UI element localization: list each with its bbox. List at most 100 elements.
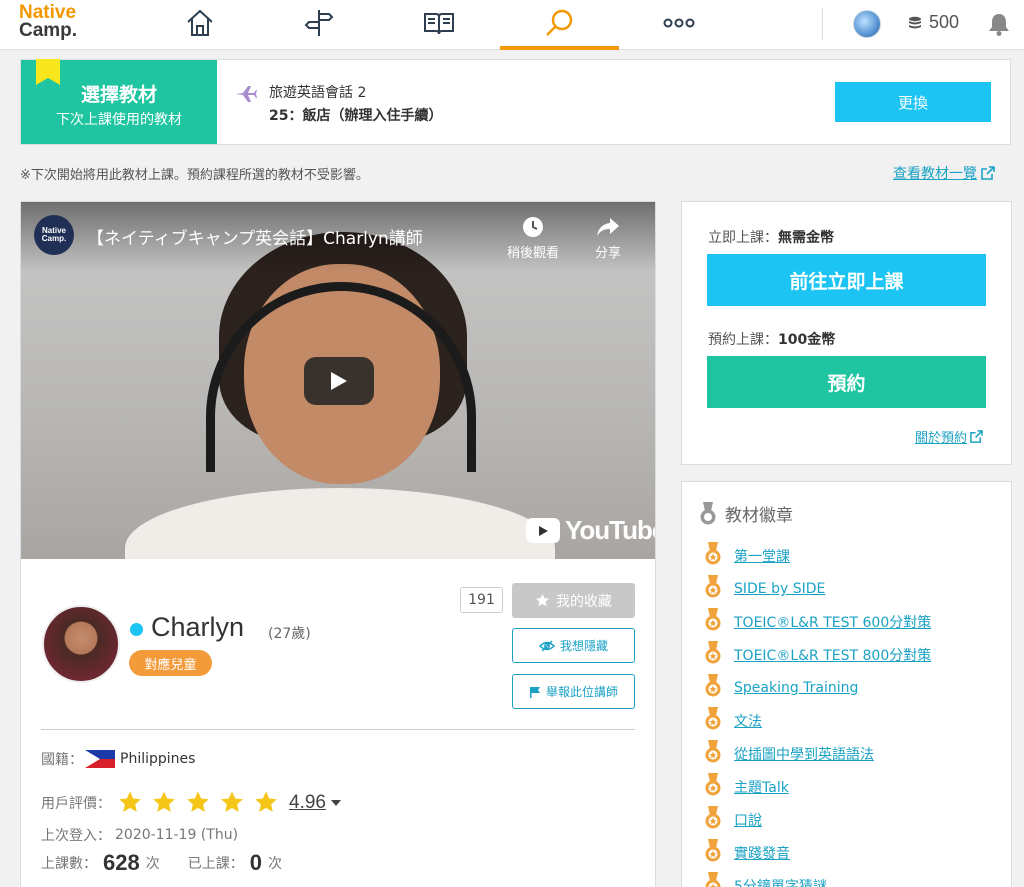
video-frame-shirt xyxy=(125,488,555,559)
user-avatar[interactable] xyxy=(853,10,881,38)
intro-video-player[interactable]: Native Camp. 【ネイティブキャンプ英会話】Charlyn講師 稍後觀… xyxy=(21,202,655,559)
active-tab-indicator xyxy=(500,46,619,50)
play-icon xyxy=(331,372,347,390)
bronze-medal-icon xyxy=(704,872,722,887)
youtube-wordmark: YouTube xyxy=(565,515,655,545)
star-icon xyxy=(153,791,175,812)
badge-link[interactable]: 從插圖中學到英語語法 xyxy=(734,744,874,764)
teacher-name: Charlyn xyxy=(151,612,245,642)
airplane-icon xyxy=(236,86,257,102)
coin-balance[interactable]: 500 xyxy=(907,12,959,33)
signpost-icon[interactable] xyxy=(299,6,339,40)
rating-label: 用戶評價： xyxy=(41,795,111,812)
header-divider xyxy=(822,8,823,40)
lessons-count: 628 xyxy=(103,850,140,875)
lesson-name: 25：飯店（辦理入住手續） xyxy=(269,108,443,124)
add-favorite-label: 我的收藏 xyxy=(556,593,612,610)
more-icon[interactable] xyxy=(659,6,699,40)
change-material-button[interactable]: 更換 xyxy=(835,82,991,122)
material-badges-card: 教材徽章 第一堂課 SIDE by SIDE TOEIC®L&R TEST 600分… xyxy=(681,481,1012,887)
material-list-link[interactable]: 查看教材一覽 xyxy=(893,163,995,183)
share-button[interactable]: 分享 xyxy=(578,216,638,261)
bronze-medal-icon xyxy=(704,707,722,735)
badge-list-item: 5分鐘單字猜謎 xyxy=(704,872,827,887)
instant-lesson-button[interactable]: 前往立即上課 xyxy=(707,254,986,306)
bronze-medal-icon xyxy=(704,674,722,702)
native-camp-logo[interactable]: Native Camp. xyxy=(19,3,78,41)
play-button[interactable] xyxy=(304,357,374,405)
share-arrow-icon xyxy=(597,218,619,236)
star-icon xyxy=(187,791,209,812)
badge-link[interactable]: 實踐發音 xyxy=(734,843,790,863)
material-tag-subtitle: 下次上課使用的教材 xyxy=(56,112,182,128)
lessons-unit: 次 xyxy=(145,856,160,872)
star-icon xyxy=(221,791,243,812)
philippines-flag-icon xyxy=(85,750,115,768)
badge-list-item: Speaking Training xyxy=(704,674,858,702)
bronze-medal-icon xyxy=(704,608,722,636)
reserve-button[interactable]: 預約 xyxy=(707,356,986,408)
search-icon[interactable] xyxy=(539,6,579,40)
badge-list-item: TOEIC®L&R TEST 800分對策 xyxy=(704,641,931,669)
star-icon xyxy=(536,593,549,607)
medal-icon xyxy=(700,501,716,524)
badge-link[interactable]: 第一堂課 xyxy=(734,546,790,566)
nationality-row: 國籍： Philippines xyxy=(41,749,195,769)
watch-later-button[interactable]: 稍後觀看 xyxy=(503,216,563,261)
material-tag-title: 選擇教材 xyxy=(80,84,157,106)
book-icon[interactable] xyxy=(419,6,459,40)
rating-value[interactable]: 4.96 xyxy=(289,792,326,814)
last-login-value: 2020-11-19 (Thu) xyxy=(115,827,239,843)
online-status-dot xyxy=(130,623,143,636)
badge-list-item: 主題Talk xyxy=(704,773,789,801)
video-title[interactable]: 【ネイティブキャンプ英会話】Charlyn講師 xyxy=(87,224,423,249)
bronze-medal-icon xyxy=(704,773,722,801)
reserve-lesson-row: 預約上課：100金幣 xyxy=(708,329,835,349)
coin-stack-icon xyxy=(909,16,921,28)
youtube-logo[interactable]: YouTube xyxy=(526,515,655,546)
external-link-icon xyxy=(970,430,983,443)
channel-logo-line-2: Camp. xyxy=(41,234,67,243)
last-login-row: 上次登入： 2020-11-19 (Thu) xyxy=(41,825,238,845)
hide-teacher-label: 我想隱藏 xyxy=(559,639,608,653)
bronze-medal-icon xyxy=(704,839,722,867)
nationality-value: Philippines xyxy=(120,751,196,767)
badge-link[interactable]: TOEIC®L&R TEST 600分對策 xyxy=(734,612,931,632)
taken-label: 已上課： xyxy=(187,856,244,872)
bronze-medal-icon xyxy=(704,542,722,570)
caret-down-icon[interactable] xyxy=(330,798,342,808)
bell-icon[interactable] xyxy=(988,12,1010,40)
course-name: 旅遊英語會話 2 xyxy=(269,85,367,101)
kids-supported-badge: 對應兒童 xyxy=(129,650,212,676)
badge-list-item: 實踐發音 xyxy=(704,839,790,867)
bronze-medal-icon xyxy=(704,740,722,768)
lesson-count-row: 上課數： 628 次 已上課： 0 次 xyxy=(41,850,282,876)
channel-logo[interactable]: Native Camp. xyxy=(34,215,74,255)
badge-link[interactable]: 文法 xyxy=(734,711,762,731)
nationality-label: 國籍： xyxy=(41,752,83,768)
teacher-avatar[interactable] xyxy=(42,605,120,683)
badge-link[interactable]: Speaking Training xyxy=(734,680,858,696)
flag-icon xyxy=(529,686,540,698)
youtube-play-icon xyxy=(526,518,560,543)
about-reservation-label: 關於預約 xyxy=(915,431,968,446)
selected-material-bar: 選擇教材 下次上課使用的教材 旅遊英語會話 2 25：飯店（辦理入住手續） 更換 xyxy=(20,59,1011,145)
about-reservation-link[interactable]: 關於預約 xyxy=(915,427,983,446)
report-teacher-button[interactable]: 舉報此位講師 xyxy=(512,674,635,709)
add-favorite-button[interactable]: 我的收藏 xyxy=(512,583,635,618)
badge-link[interactable]: TOEIC®L&R TEST 800分對策 xyxy=(734,645,931,665)
badges-header: 教材徽章 xyxy=(699,501,793,526)
badge-link[interactable]: 主題Talk xyxy=(734,777,789,797)
rating-stars xyxy=(117,790,279,815)
instant-label: 立即上課： xyxy=(708,230,778,246)
badge-link[interactable]: SIDE by SIDE xyxy=(734,581,825,597)
material-list-link-label: 查看教材一覽 xyxy=(893,166,977,182)
badge-link[interactable]: 口說 xyxy=(734,810,762,830)
badge-link[interactable]: 5分鐘單字猜謎 xyxy=(734,876,827,887)
hide-teacher-button[interactable]: 我想隱藏 xyxy=(512,628,635,663)
logo-line-2: Camp. xyxy=(19,20,78,41)
taken-count: 0 xyxy=(249,850,262,875)
taken-unit: 次 xyxy=(267,856,282,872)
profile-divider xyxy=(41,729,635,730)
home-icon[interactable] xyxy=(180,6,220,40)
